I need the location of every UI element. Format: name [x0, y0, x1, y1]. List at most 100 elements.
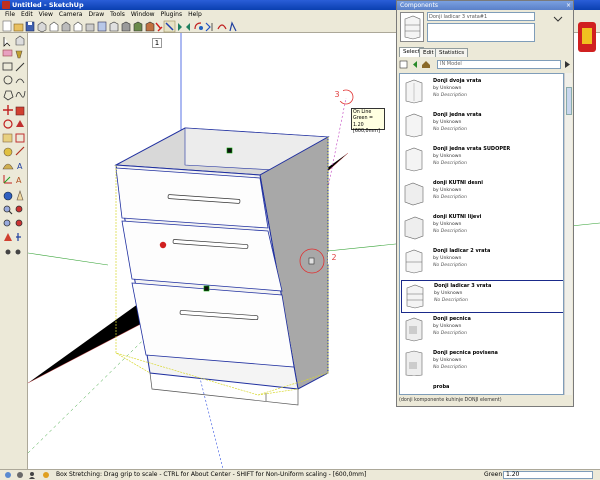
tab-statistics[interactable]: Statistics — [435, 48, 469, 57]
grip-side-active[interactable] — [308, 257, 315, 265]
list-item[interactable]: proba — [401, 382, 563, 394]
push-pull-icon[interactable] — [15, 106, 25, 116]
follow-icon[interactable] — [229, 21, 237, 32]
menu-help[interactable]: Help — [187, 10, 203, 19]
list-item[interactable]: Donji dvoja vrata by Unknown No Descript… — [401, 76, 563, 109]
view-options-icon[interactable] — [399, 60, 408, 69]
menu-edit[interactable]: Edit — [20, 10, 34, 19]
menu-view[interactable]: View — [38, 10, 54, 19]
orbit-icon[interactable] — [3, 191, 13, 201]
grip-front-red[interactable] — [159, 241, 167, 249]
menu-camera[interactable]: Camera — [58, 10, 84, 19]
3d-text-icon[interactable]: A — [16, 176, 22, 185]
circle-icon[interactable] — [3, 75, 13, 85]
select-tool-icon[interactable] — [3, 37, 11, 47]
measurements-input[interactable]: 1.20 — [503, 471, 593, 479]
tape-measure-icon[interactable] — [3, 147, 13, 157]
right-view-icon[interactable] — [73, 21, 83, 32]
home-icon[interactable] — [422, 61, 430, 68]
close-icon[interactable]: × — [566, 1, 571, 10]
previous-view-icon[interactable] — [15, 219, 23, 227]
list-scrollbar[interactable] — [564, 73, 572, 395]
list-item[interactable]: Donji pecnica by Unknown No Description — [401, 314, 563, 347]
menu-plugins[interactable]: Plugins — [160, 10, 184, 19]
dimension-icon[interactable] — [15, 146, 25, 156]
paint-bucket-icon[interactable] — [15, 50, 23, 59]
component-name-field[interactable]: Donji ladicar 3 vrata#1 — [427, 12, 535, 21]
tooltip-line3: [600,0mm] — [353, 129, 380, 135]
menu-draw[interactable]: Draw — [87, 10, 105, 19]
freehand-icon[interactable] — [15, 90, 26, 98]
item-description: No Description — [433, 365, 467, 370]
scrollbar-thumb[interactable] — [566, 87, 572, 115]
tool-icons: A A — [2, 35, 26, 255]
search-go-icon[interactable] — [563, 59, 573, 70]
pan-icon[interactable] — [16, 190, 24, 201]
item-author: by Unknown — [433, 154, 462, 159]
list-item[interactable]: Donji jedna vrata by Unknown No Descript… — [401, 110, 563, 143]
line-icon[interactable] — [15, 62, 25, 72]
back-arrow-icon[interactable] — [413, 61, 417, 68]
collection-search-combo[interactable]: IN Model — [437, 60, 561, 69]
drawer-3[interactable] — [131, 282, 295, 368]
shaded-icon[interactable] — [133, 21, 143, 32]
scale-tool-icon[interactable] — [2, 133, 13, 143]
menu-tools[interactable]: Tools — [109, 10, 126, 19]
drawer-2[interactable] — [121, 220, 283, 292]
look-around-icon[interactable] — [5, 249, 11, 255]
walk-icon[interactable] — [16, 233, 21, 241]
arc-icon[interactable] — [15, 78, 25, 84]
xray-icon[interactable] — [97, 21, 107, 32]
list-item[interactable]: donji KUTNI lijevi by Unknown No Descrip… — [401, 212, 563, 245]
position-camera-icon[interactable] — [4, 233, 12, 241]
list-item[interactable]: donji KUTNI desni by Unknown No Descript… — [401, 178, 563, 211]
list-item-selected[interactable]: Donji ladicar 3 vrata by Unknown No Desc… — [401, 280, 563, 313]
polygon-icon[interactable] — [3, 90, 14, 101]
menu-window[interactable]: Window — [130, 10, 156, 19]
new-icon[interactable] — [2, 20, 12, 32]
list-item[interactable]: Donji pecnica povisena by Unknown No Des… — [401, 348, 563, 381]
geolocation-icon[interactable] — [5, 472, 11, 478]
make-component-icon[interactable] — [15, 35, 25, 46]
grip-front-bottom[interactable] — [203, 285, 210, 292]
zoom-extents-icon[interactable] — [3, 219, 11, 227]
save-icon[interactable] — [25, 21, 35, 32]
mirror-icon[interactable] — [205, 22, 213, 32]
top-view-icon[interactable] — [49, 21, 59, 32]
scale-icon[interactable] — [178, 23, 190, 31]
menu-file[interactable]: File — [4, 10, 16, 19]
protractor-icon[interactable] — [2, 163, 14, 170]
list-item[interactable]: Donji ladicar 2 vrata by Unknown No Desc… — [401, 246, 563, 279]
textured-icon[interactable] — [145, 21, 155, 32]
user-icon[interactable] — [29, 472, 35, 479]
monochrome-icon[interactable] — [155, 22, 163, 32]
zoom-window-icon[interactable] — [15, 205, 23, 213]
eraser-icon[interactable] — [2, 49, 13, 57]
flip-icon[interactable] — [217, 24, 227, 30]
follow-me-icon[interactable] — [16, 120, 24, 127]
item-author: by Unknown — [433, 358, 462, 363]
hidden-line-icon[interactable] — [121, 21, 131, 32]
components-titlebar[interactable]: Components × — [397, 1, 573, 10]
front-view-icon[interactable] — [61, 21, 71, 32]
back-view-icon[interactable] — [85, 23, 95, 32]
section-plane-icon[interactable] — [15, 249, 21, 255]
zoom-icon[interactable] — [3, 205, 13, 215]
move-icon[interactable] — [3, 105, 13, 115]
iso-view-icon[interactable] — [37, 21, 47, 33]
rotate-tool-icon[interactable] — [3, 119, 13, 129]
credits-icon[interactable] — [17, 472, 23, 478]
grip-top[interactable] — [226, 147, 233, 154]
stretch-icon[interactable] — [163, 20, 176, 33]
rectangle-icon[interactable] — [2, 62, 13, 71]
offset-icon[interactable] — [15, 133, 25, 143]
axes-icon[interactable] — [3, 175, 12, 184]
wireframe-icon[interactable] — [109, 21, 119, 32]
rotate-icon[interactable] — [194, 22, 203, 30]
details-arrow-icon[interactable] — [551, 15, 565, 23]
open-icon[interactable] — [13, 23, 24, 32]
list-item[interactable]: Donji jedna vrata SUDOPER by Unknown No … — [401, 144, 563, 177]
help-icon[interactable] — [43, 472, 49, 478]
component-description-field[interactable] — [427, 23, 535, 42]
text-icon[interactable]: A — [17, 162, 23, 171]
